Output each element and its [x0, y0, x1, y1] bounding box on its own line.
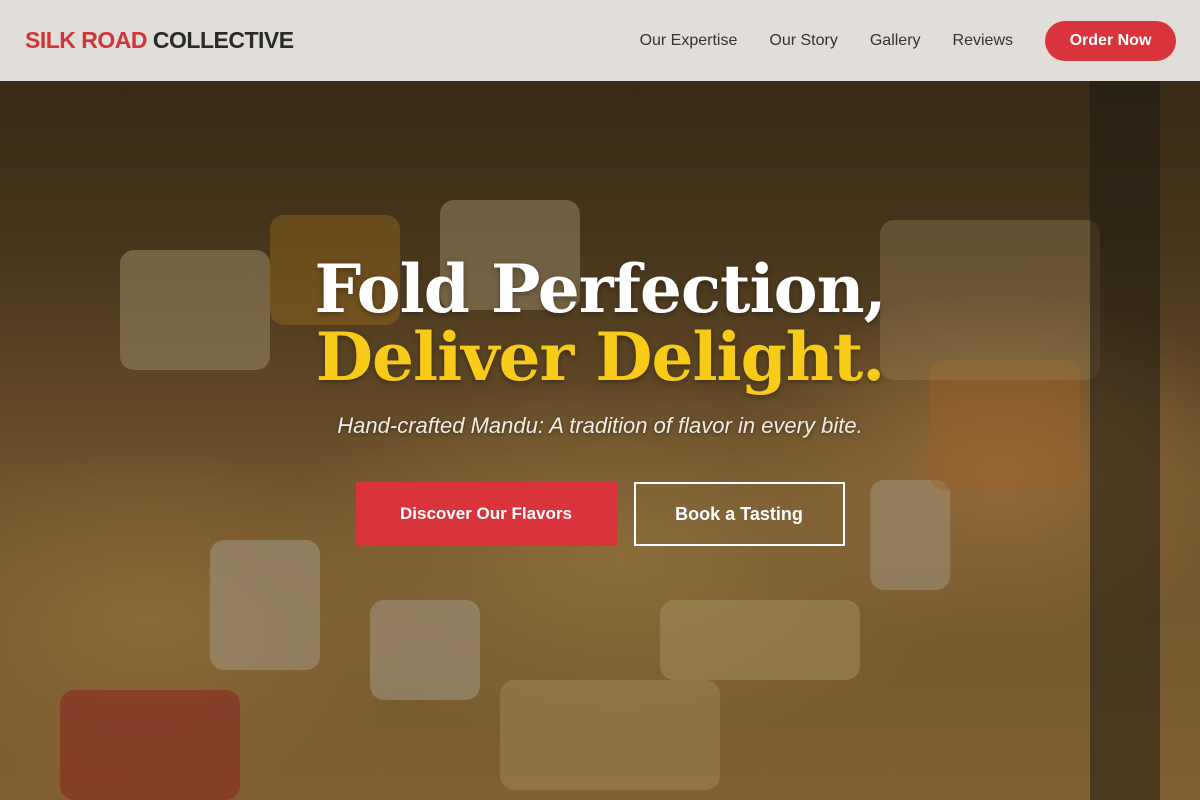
order-now-button[interactable]: Order Now	[1045, 20, 1176, 61]
brand-name-part2: COLLECTIVE	[152, 27, 294, 53]
nav-link-reviews[interactable]: Reviews	[953, 32, 1013, 50]
discover-flavors-button[interactable]: Discover Our Flavors	[355, 482, 617, 546]
nav-link-our-story[interactable]: Our Story	[769, 32, 837, 50]
brand-logo[interactable]: SILK ROAD COLLECTIVE	[25, 27, 294, 54]
hero-section: Fold Perfection, Deliver Delight. Hand-c…	[0, 81, 1200, 546]
site-header: SILK ROAD COLLECTIVE Our Expertise Our S…	[0, 0, 1200, 81]
main-nav: Our Expertise Our Story Gallery Reviews …	[640, 20, 1176, 61]
brand-name-part1: SILK ROAD	[25, 27, 148, 53]
hero-headline-line1: Fold Perfection,	[314, 250, 886, 328]
nav-link-our-expertise[interactable]: Our Expertise	[640, 32, 738, 50]
hero-headline-line2: Deliver Delight.	[315, 318, 885, 396]
hero-tagline: Hand-crafted Mandu: A tradition of flavo…	[337, 413, 863, 438]
hero-cta-row: Discover Our Flavors Book a Tasting	[0, 482, 1200, 546]
book-tasting-button[interactable]: Book a Tasting	[633, 482, 845, 546]
nav-link-gallery[interactable]: Gallery	[870, 32, 921, 50]
